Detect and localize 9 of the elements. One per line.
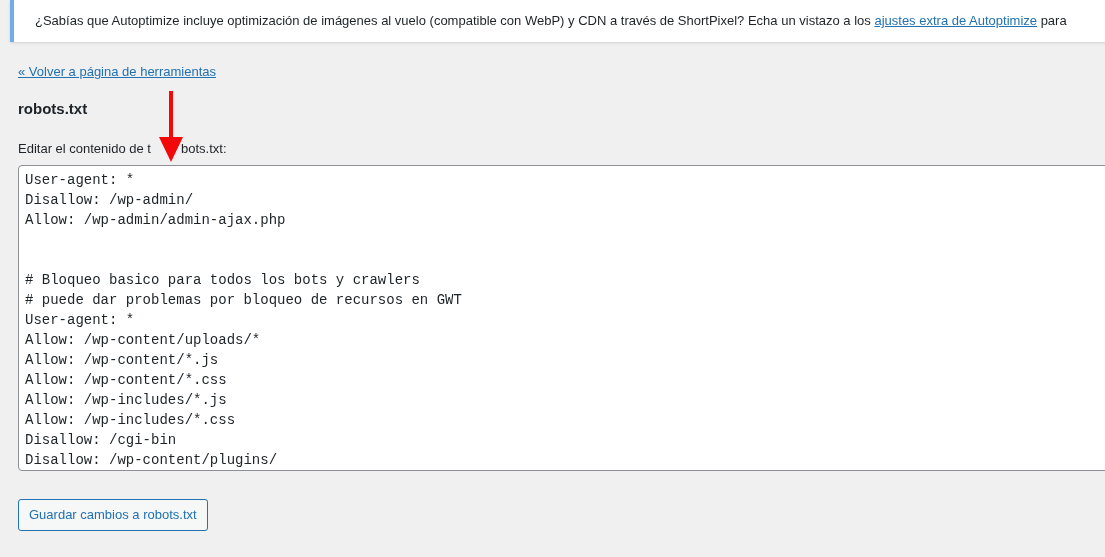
field-label: bots.txt: bbox=[181, 139, 227, 158]
robots-text-editor[interactable]: User-agent: * Disallow: /wp-admin/ Allow: /wp-admin/admin-ajax.php # Bloqueo basico para todos los bots y crawlers # puede dar problemas por bloqueo de recursos en GWT User-agent: * Allow: /wp-content/uploads/* Allow: /wp-content/*.js Allow: /wp-content/*.css Allow: /wp-includes/*.js Allow: /wp-includes/*.css Disallow: /cgi-bin Disallow: /wp-content/plugins/ bbox=[18, 165, 1105, 471]
field-label: Editar el contenido de t bbox=[18, 139, 151, 158]
back-link[interactable]: « Volver a página de herramientas bbox=[18, 64, 216, 79]
arrow-annotation bbox=[159, 91, 183, 162]
page-heading: robots.txt bbox=[18, 99, 89, 119]
settings-link[interactable]: ajustes extra de Autoptimize bbox=[874, 13, 1037, 29]
save-button[interactable]: Guardar cambios a robots.txt bbox=[18, 499, 208, 531]
notice-text: ¿Sabías que Autoptimize incluye optimización de imágenes al vuelo (compatible con WebP) y CDN a través de ShortPixel? Echa un vistazo a los ajustes extra de Autoptimize para bbox=[35, 12, 1067, 31]
